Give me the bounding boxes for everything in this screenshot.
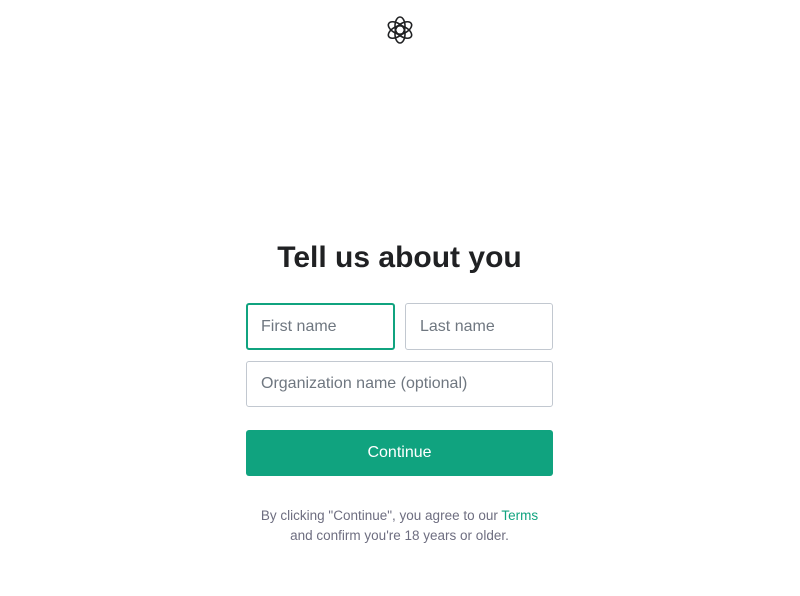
organization-name-input[interactable] <box>246 361 553 407</box>
legal-notice: By clicking "Continue", you agree to our… <box>226 506 573 546</box>
openai-logo-icon <box>383 13 417 47</box>
terms-link[interactable]: Terms <box>501 508 538 523</box>
last-name-input[interactable] <box>405 303 553 350</box>
page-title: Tell us about you <box>277 241 522 274</box>
continue-button[interactable]: Continue <box>246 430 553 476</box>
legal-line2-text: and confirm you're 18 years or older. <box>290 528 509 543</box>
signup-page: Tell us about you Continue By clicking "… <box>0 0 800 596</box>
legal-line1-text: By clicking "Continue", you agree to our <box>260 508 502 523</box>
name-fields-row <box>246 303 553 350</box>
first-name-input[interactable] <box>246 303 395 350</box>
